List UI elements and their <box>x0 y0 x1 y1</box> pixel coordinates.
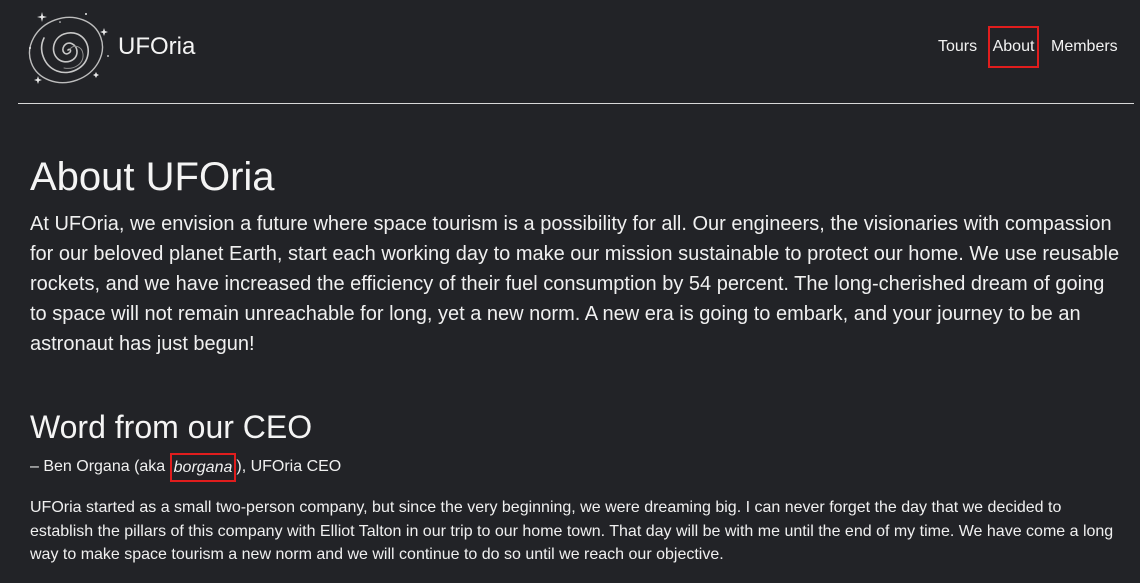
ceo-heading: Word from our CEO <box>30 409 313 445</box>
page-title: About UFOria <box>30 155 275 199</box>
header-divider <box>18 103 1134 104</box>
byline-suffix: ), UFOria CEO <box>236 458 342 475</box>
ceo-message: UFOria started as a small two-person com… <box>30 499 1114 563</box>
byline-prefix: – Ben Organa (aka <box>30 458 170 475</box>
nav-about-link[interactable]: About <box>988 26 1039 68</box>
ceo-byline: – Ben Organa (aka borgana), UFOria CEO <box>30 453 341 482</box>
galaxy-spiral-icon[interactable] <box>24 8 112 86</box>
brand-name[interactable]: UFOria <box>118 33 195 61</box>
ceo-handle[interactable]: borgana <box>169 453 237 482</box>
site-header: UFOria Tours About Members <box>0 0 1140 104</box>
nav-tours-link[interactable]: Tours <box>938 26 978 68</box>
nav-members-link[interactable]: Members <box>1051 26 1121 68</box>
intro-paragraph: At UFOria, we envision a future where sp… <box>30 213 1120 355</box>
